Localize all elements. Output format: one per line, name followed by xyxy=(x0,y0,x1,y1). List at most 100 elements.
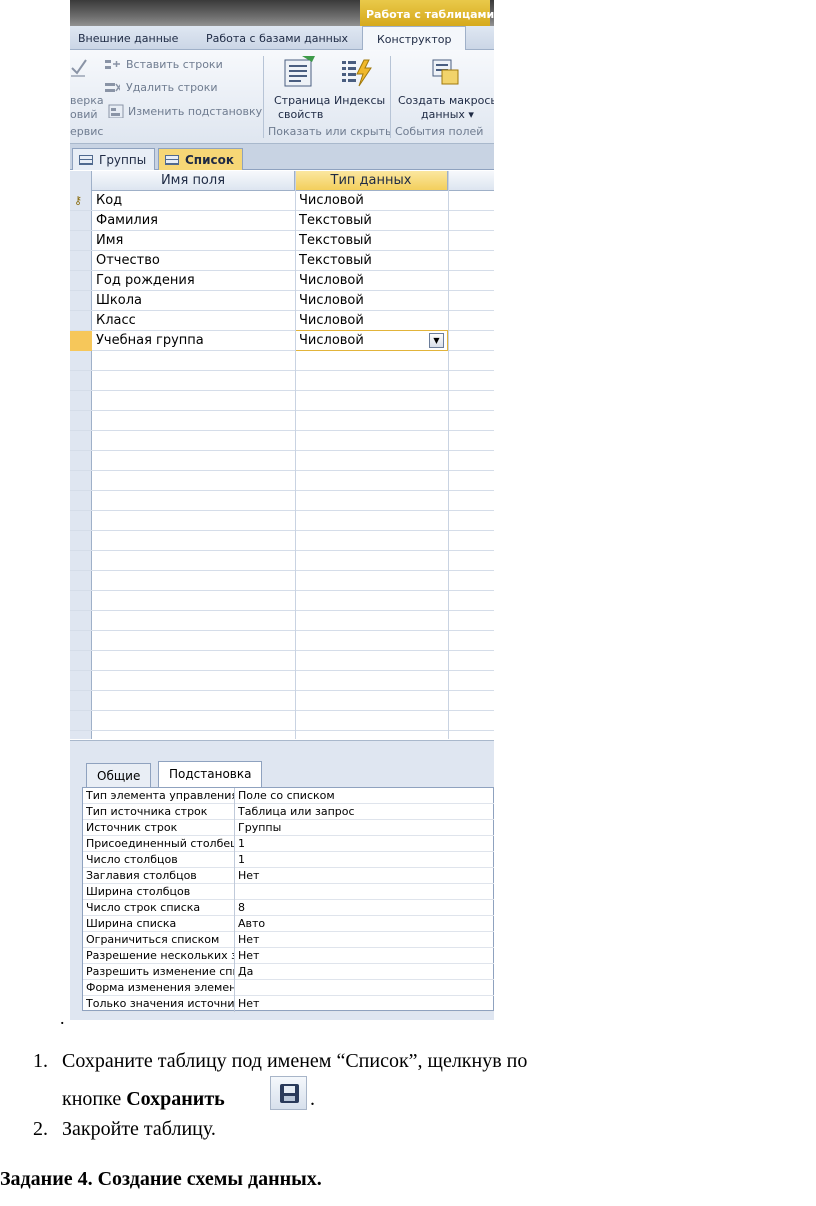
row-selector[interactable] xyxy=(70,331,92,351)
row-selector[interactable] xyxy=(70,471,92,491)
property-value[interactable]: Да xyxy=(238,965,253,978)
field-name-cell[interactable]: Отчество xyxy=(96,253,160,268)
row-selector[interactable] xyxy=(70,711,92,731)
insert-rows-button[interactable]: Вставить строки xyxy=(126,58,223,71)
row-selector[interactable] xyxy=(70,311,92,331)
context-tab-table-tools[interactable]: Работа с таблицами xyxy=(360,0,494,26)
modify-lookup-button[interactable]: Изменить подстановку xyxy=(128,105,262,118)
tab-design[interactable]: Конструктор xyxy=(362,26,467,50)
row-selector[interactable] xyxy=(70,651,92,671)
table-row[interactable]: Имя Текстовый xyxy=(70,231,494,251)
row-selector[interactable] xyxy=(70,231,92,251)
data-type-cell[interactable]: Текстовый xyxy=(299,233,372,248)
table-row[interactable] xyxy=(70,671,494,691)
row-selector[interactable] xyxy=(70,491,92,511)
property-row[interactable]: Ограничиться списком Нет xyxy=(83,932,494,948)
property-value[interactable]: Группы xyxy=(238,821,281,834)
row-selector[interactable] xyxy=(70,511,92,531)
property-sheet-label-2[interactable]: свойств xyxy=(278,108,323,121)
property-value[interactable]: Нет xyxy=(238,949,259,962)
property-value[interactable]: 1 xyxy=(238,837,245,850)
column-header-data-type[interactable]: Тип данных xyxy=(295,171,448,191)
table-row[interactable]: Фамилия Текстовый xyxy=(70,211,494,231)
table-row[interactable]: ▼ Учебная группа Числовой xyxy=(70,330,494,351)
doc-tab-groups[interactable]: Группы xyxy=(72,148,156,170)
property-row[interactable]: Разрешение нескольких значений Нет xyxy=(83,948,494,964)
row-selector[interactable] xyxy=(70,671,92,691)
property-value[interactable]: Таблица или запрос xyxy=(238,805,355,818)
data-type-cell[interactable]: Числовой xyxy=(299,333,364,348)
data-type-cell[interactable]: Числовой xyxy=(299,313,364,328)
property-sheet-label-1[interactable]: Страница xyxy=(274,94,330,107)
table-row[interactable] xyxy=(70,371,494,391)
property-value[interactable]: Нет xyxy=(238,997,259,1010)
property-row[interactable]: Ширина списка Авто xyxy=(83,916,494,932)
row-selector[interactable]: ⚷ xyxy=(70,191,92,211)
tab-lookup[interactable]: Подстановка xyxy=(158,761,263,788)
table-row[interactable] xyxy=(70,491,494,511)
row-selector[interactable] xyxy=(70,571,92,591)
tab-general[interactable]: Общие xyxy=(86,763,152,787)
row-selector[interactable] xyxy=(70,611,92,631)
create-data-macros-label-2[interactable]: данных ▾ xyxy=(421,108,474,121)
table-row[interactable] xyxy=(70,631,494,651)
data-type-cell[interactable]: Числовой xyxy=(299,273,364,288)
field-name-cell[interactable]: Класс xyxy=(96,313,136,328)
table-row[interactable] xyxy=(70,611,494,631)
row-selector[interactable] xyxy=(70,531,92,551)
field-name-cell[interactable]: Год рождения xyxy=(96,273,195,288)
data-type-cell[interactable]: Числовой xyxy=(299,293,364,308)
row-selector[interactable] xyxy=(70,411,92,431)
property-value[interactable]: 8 xyxy=(238,901,245,914)
property-row[interactable]: Тип элемента управления Поле со списком xyxy=(83,788,494,804)
property-value[interactable]: Нет xyxy=(238,933,259,946)
property-value[interactable]: Нет xyxy=(238,869,259,882)
data-type-cell[interactable]: Числовой xyxy=(299,193,364,208)
table-row[interactable]: Год рождения Числовой xyxy=(70,271,494,291)
row-selector[interactable] xyxy=(70,371,92,391)
row-selector[interactable] xyxy=(70,591,92,611)
property-row[interactable]: Источник строк Группы xyxy=(83,820,494,836)
column-header-description[interactable] xyxy=(448,171,494,191)
table-row[interactable]: Класс Числовой xyxy=(70,311,494,331)
property-value[interactable]: Авто xyxy=(238,917,265,930)
column-header-field-name[interactable]: Имя поля xyxy=(92,171,295,191)
create-data-macros-label-1[interactable]: Создать макрось xyxy=(398,94,494,107)
table-row[interactable] xyxy=(70,551,494,571)
table-row[interactable] xyxy=(70,571,494,591)
table-row[interactable] xyxy=(70,391,494,411)
delete-rows-button[interactable]: Удалить строки xyxy=(126,81,218,94)
table-row[interactable] xyxy=(70,471,494,491)
table-row[interactable]: ⚷ Код Числовой xyxy=(70,191,494,211)
table-row[interactable] xyxy=(70,531,494,551)
field-name-cell[interactable]: Школа xyxy=(96,293,142,308)
row-selector[interactable] xyxy=(70,451,92,471)
table-row[interactable] xyxy=(70,431,494,451)
doc-tab-list[interactable]: Список xyxy=(158,148,244,170)
table-row[interactable] xyxy=(70,411,494,431)
property-row[interactable]: Заглавия столбцов Нет xyxy=(83,868,494,884)
property-row[interactable]: Разрешить изменение списка Да xyxy=(83,964,494,980)
data-type-cell[interactable]: Текстовый xyxy=(299,213,372,228)
property-row[interactable]: Ширина столбцов xyxy=(83,884,494,900)
field-name-cell[interactable]: Фамилия xyxy=(96,213,158,228)
data-type-cell[interactable]: Текстовый xyxy=(299,253,372,268)
row-selector[interactable] xyxy=(70,431,92,451)
row-selector[interactable] xyxy=(70,211,92,231)
table-row[interactable] xyxy=(70,451,494,471)
table-row[interactable] xyxy=(70,351,494,371)
field-name-cell[interactable]: Учебная группа xyxy=(96,333,204,348)
indexes-button[interactable]: Индексы xyxy=(334,94,385,107)
property-value[interactable]: Поле со списком xyxy=(238,789,335,802)
row-selector[interactable] xyxy=(70,551,92,571)
row-selector[interactable] xyxy=(70,271,92,291)
row-selector[interactable] xyxy=(70,351,92,371)
table-row[interactable] xyxy=(70,711,494,731)
field-name-cell[interactable]: Код xyxy=(96,193,122,208)
property-row[interactable]: Присоединенный столбец 1 xyxy=(83,836,494,852)
row-selector[interactable] xyxy=(70,391,92,411)
test-rules-label-1[interactable]: верка xyxy=(70,94,104,107)
field-name-cell[interactable]: Имя xyxy=(96,233,123,248)
table-row[interactable] xyxy=(70,651,494,671)
table-row[interactable]: Отчество Текстовый xyxy=(70,251,494,271)
